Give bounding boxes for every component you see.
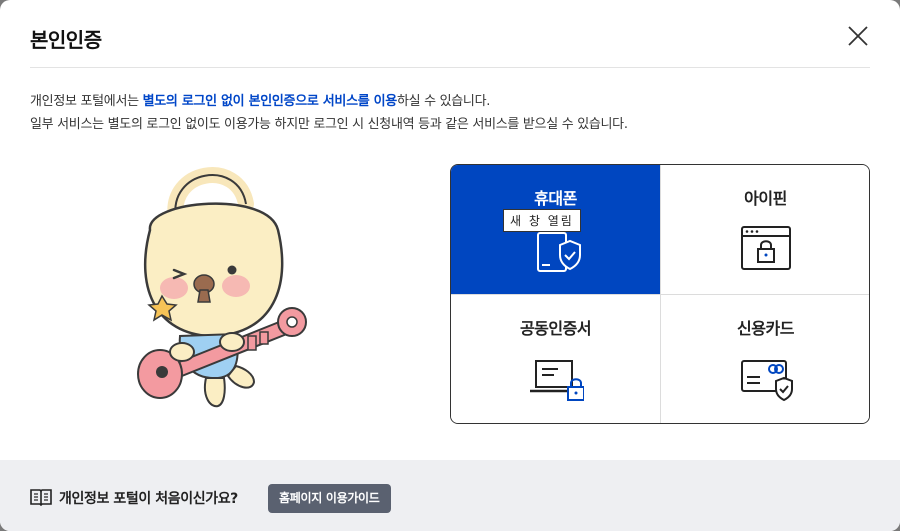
mobile-shield-icon <box>536 232 581 272</box>
homepage-guide-button[interactable]: 홈페이지 이용가이드 <box>268 484 391 513</box>
auth-method-grid: 휴대폰 새 창 열림 아이핀 공동인증서 신용카드 <box>450 164 870 424</box>
description-line-1: 개인정보 포털에서는 별도의 로그인 없이 본인인증으로 서비스를 이용하실 수… <box>30 90 628 113</box>
method-mobile[interactable]: 휴대폰 새 창 열림 <box>451 165 660 294</box>
method-label: 휴대폰 <box>534 189 577 208</box>
close-button[interactable] <box>846 24 870 48</box>
dialog-footer: 개인정보 포털이 처음이신가요? 홈페이지 이용가이드 <box>0 460 900 531</box>
method-ipin[interactable]: 아이핀 <box>661 165 869 294</box>
first-visit-question: 개인정보 포털이 처음이신가요? <box>59 491 238 507</box>
method-credit-card[interactable]: 신용카드 <box>661 295 869 423</box>
method-certificate[interactable]: 공동인증서 <box>451 295 660 423</box>
method-label: 아이핀 <box>744 189 787 208</box>
auth-dialog: 본인인증 개인정보 포털에서는 별도의 로그인 없이 본인인증으로 서비스를 이… <box>0 0 900 531</box>
book-icon <box>30 489 52 506</box>
description-text: 하실 수 있습니다. <box>396 94 491 109</box>
dialog-title: 본인인증 <box>30 28 102 52</box>
mascot-illustration <box>137 167 307 408</box>
method-label: 신용카드 <box>737 319 794 338</box>
description-text: 개인정보 포털에서는 <box>30 94 143 109</box>
method-label: 공동인증서 <box>519 319 592 338</box>
browser-lock-icon <box>740 226 791 270</box>
dialog-header: 본인인증 <box>30 0 870 68</box>
laptop-lock-icon <box>529 360 584 401</box>
card-shield-icon <box>740 360 793 402</box>
description-highlight: 별도의 로그인 없이 본인인증으로 서비스를 이용 <box>142 94 398 109</box>
description: 개인정보 포털에서는 별도의 로그인 없이 본인인증으로 서비스를 이용하실 수… <box>30 90 628 136</box>
close-icon[interactable] <box>846 24 870 48</box>
description-line-2: 일부 서비스는 별도의 로그인 없이도 이용가능 하지만 로그인 시 신청내역 … <box>30 117 628 132</box>
